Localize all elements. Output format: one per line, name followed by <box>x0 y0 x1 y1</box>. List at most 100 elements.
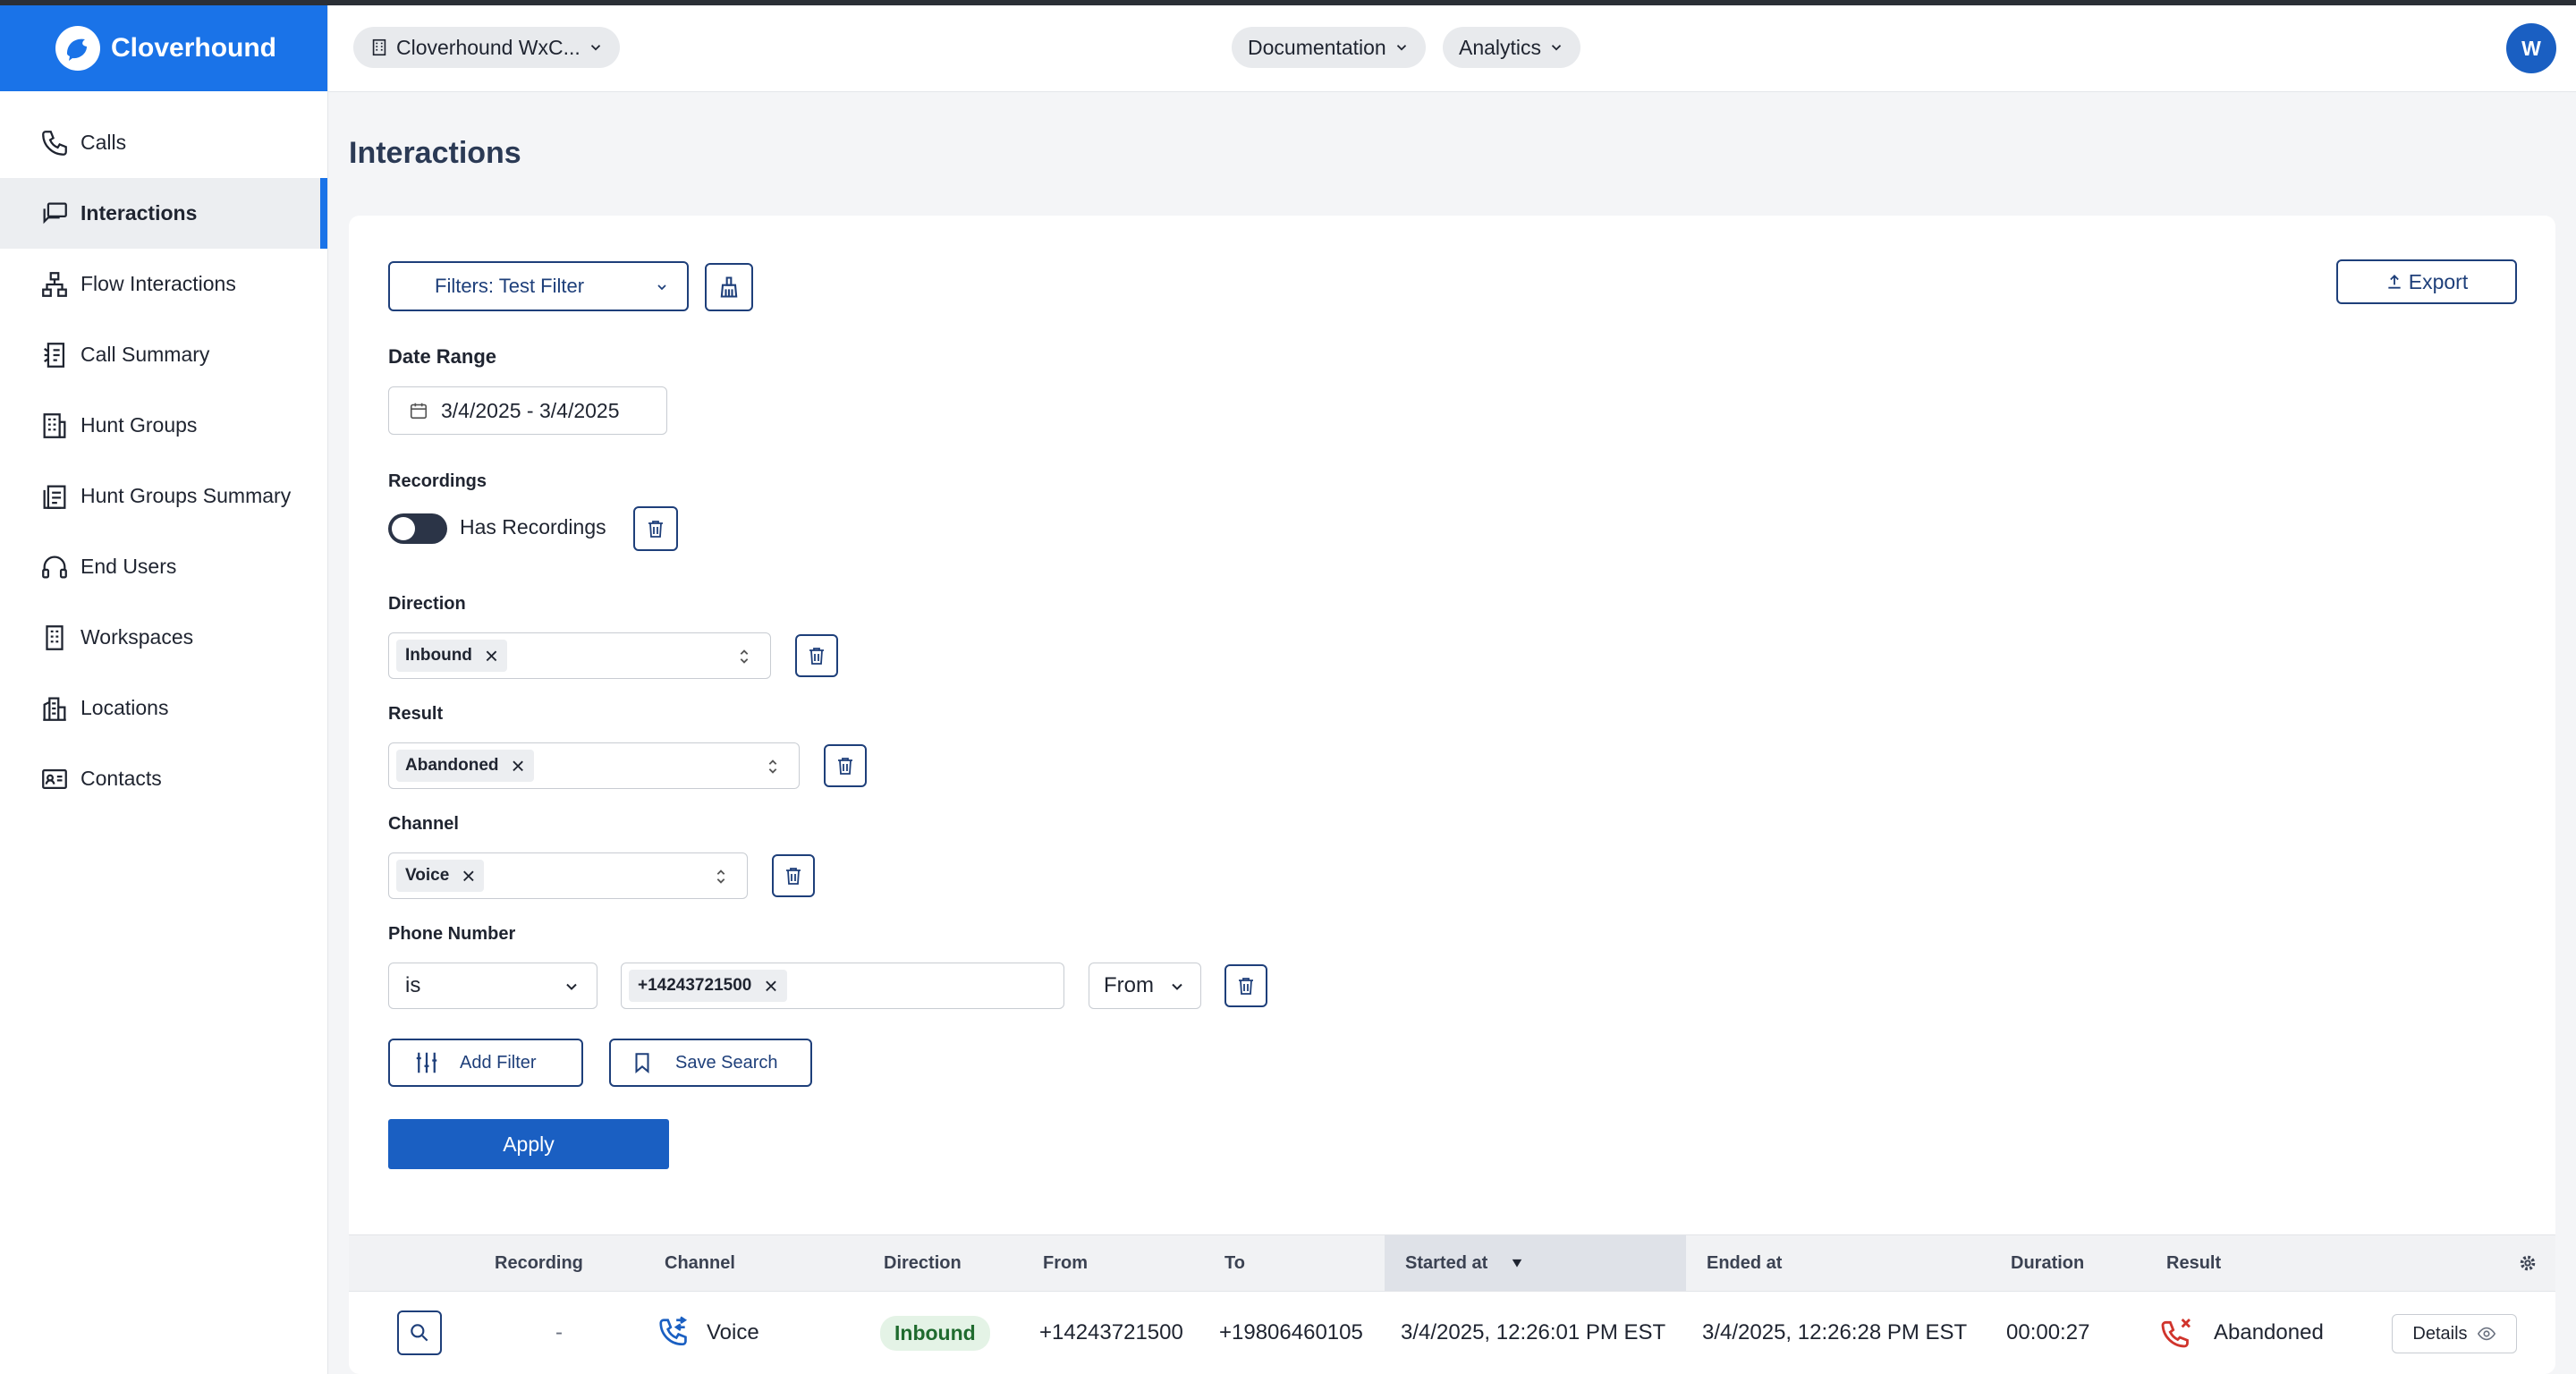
sidebar-item-hunt-groups-summary[interactable]: Hunt Groups Summary <box>0 461 327 531</box>
sidebar-item-contacts[interactable]: Contacts <box>0 743 327 814</box>
has-recordings-toggle[interactable] <box>388 513 447 544</box>
contact-card-icon <box>42 768 67 789</box>
direction-label: Direction <box>388 594 466 614</box>
sidebar-item-calls[interactable]: Calls <box>0 107 327 178</box>
bookmark-icon <box>635 1053 649 1073</box>
column-header-channel[interactable]: Channel <box>665 1235 735 1291</box>
phone-number-chip: +14243721500 × <box>629 970 787 1002</box>
column-header-direction[interactable]: Direction <box>884 1235 962 1291</box>
user-avatar[interactable]: W <box>2506 23 2556 73</box>
missed-call-icon <box>2161 1318 2191 1348</box>
direction-chip: Inbound × <box>396 640 508 672</box>
sidebar-item-call-summary[interactable]: Call Summary <box>0 319 327 390</box>
sidebar-item-interactions[interactable]: Interactions <box>0 178 327 249</box>
remove-phone-filter-button[interactable] <box>1224 964 1267 1007</box>
chevron-down-icon <box>1396 45 1406 51</box>
remove-chip-icon[interactable]: × <box>485 644 498 667</box>
building-icon <box>46 624 64 650</box>
row-result: Abandoned <box>2158 1292 2324 1374</box>
chevron-down-icon <box>566 983 577 990</box>
add-filter-label: Add Filter <box>460 1052 537 1073</box>
sidebar-item-end-users[interactable]: End Users <box>0 531 327 602</box>
row-recording: - <box>555 1320 563 1344</box>
phone-operator-select[interactable]: is <box>388 963 597 1009</box>
column-header-started-at[interactable]: Started at <box>1385 1235 1686 1291</box>
clear-filters-button[interactable] <box>705 263 753 311</box>
chat-icon <box>43 202 67 224</box>
column-header-duration[interactable]: Duration <box>2011 1235 2084 1291</box>
headset-icon <box>42 556 67 578</box>
org-switcher[interactable]: Cloverhound WxC... <box>353 27 620 68</box>
save-search-button[interactable]: Save Search <box>609 1039 812 1087</box>
search-icon <box>411 1324 428 1342</box>
gear-icon <box>2520 1255 2536 1271</box>
column-header-ended-at[interactable]: Ended at <box>1707 1235 1782 1291</box>
date-range-value: 3/4/2025 - 3/4/2025 <box>441 398 620 422</box>
sidebar-item-label: Hunt Groups <box>80 413 198 437</box>
direction-select[interactable]: Inbound × <box>388 632 771 679</box>
select-arrows-icon <box>768 759 777 774</box>
app-name: Cloverhound <box>111 33 276 63</box>
remove-chip-icon[interactable]: × <box>462 864 475 887</box>
documentation-label: Documentation <box>1248 35 1386 59</box>
direction-chip-label: Inbound <box>405 646 472 665</box>
channel-select[interactable]: Voice × <box>388 852 748 899</box>
phone-icon <box>42 130 67 156</box>
column-header-result[interactable]: Result <box>2166 1235 2221 1291</box>
analytics-label: Analytics <box>1459 35 1542 59</box>
remove-result-filter-button[interactable] <box>824 744 867 787</box>
row-direction: Inbound <box>880 1292 990 1374</box>
add-filter-button[interactable]: Add Filter <box>388 1039 583 1087</box>
trash-icon <box>809 648 824 665</box>
row-details-button[interactable]: Details <box>2392 1314 2517 1353</box>
column-header-recording[interactable]: Recording <box>495 1235 583 1291</box>
column-header-from[interactable]: From <box>1043 1235 1088 1291</box>
date-range-picker[interactable]: 3/4/2025 - 3/4/2025 <box>388 386 667 435</box>
save-search-label: Save Search <box>675 1052 778 1073</box>
remove-chip-icon[interactable]: × <box>512 754 525 777</box>
analytics-menu[interactable]: Analytics <box>1443 27 1581 68</box>
chevron-down-icon <box>1172 983 1182 990</box>
row-channel: Voice <box>657 1292 759 1374</box>
sidebar-item-label: Interactions <box>80 201 198 225</box>
table-header: Recording Channel Direction From To Star… <box>349 1234 2555 1292</box>
column-header-to[interactable]: To <box>1224 1235 1245 1291</box>
trash-icon <box>838 758 852 775</box>
app-logo[interactable]: Cloverhound <box>0 5 327 91</box>
phone-number-input[interactable]: +14243721500 × <box>621 963 1064 1009</box>
remove-direction-filter-button[interactable] <box>795 634 838 677</box>
result-chip-label: Abandoned <box>405 756 499 775</box>
table-settings-button[interactable] <box>2518 1235 2538 1291</box>
has-recordings-label: Has Recordings <box>460 515 606 539</box>
remove-recordings-filter-button[interactable] <box>633 506 678 551</box>
sidebar-item-flow-interactions[interactable]: Flow Interactions <box>0 249 327 319</box>
channel-chip: Voice × <box>396 860 485 892</box>
date-range-label: Date Range <box>388 345 497 368</box>
row-search-button[interactable] <box>397 1292 442 1374</box>
row-details-label: Details <box>2412 1323 2468 1344</box>
remove-channel-filter-button[interactable] <box>772 854 815 897</box>
sidebar-item-label: Calls <box>80 131 127 154</box>
sliders-icon <box>416 1052 437 1073</box>
row-ended-at: 3/4/2025, 12:26:28 PM EST <box>1702 1320 1968 1344</box>
saved-filter-dropdown[interactable]: Filters: Test Filter <box>388 261 689 311</box>
clipboard-icon <box>43 485 66 509</box>
row-duration: 00:00:27 <box>2006 1320 2090 1344</box>
flow-icon <box>42 271 67 297</box>
sidebar-item-label: Hunt Groups Summary <box>80 484 292 507</box>
remove-chip-icon[interactable]: × <box>764 974 777 997</box>
apply-button[interactable]: Apply <box>388 1119 669 1169</box>
result-select[interactable]: Abandoned × <box>388 742 800 789</box>
sidebar-item-workspaces[interactable]: Workspaces <box>0 602 327 673</box>
documentation-menu[interactable]: Documentation <box>1232 27 1426 68</box>
export-button[interactable]: Export <box>2336 259 2517 304</box>
sidebar-item-locations[interactable]: Locations <box>0 673 327 743</box>
export-label: Export <box>2408 269 2469 293</box>
top-header: Cloverhound WxC... Documentation Analyti… <box>328 5 2576 92</box>
row-to: +19806460105 <box>1219 1320 1363 1344</box>
chevron-down-icon <box>590 45 600 51</box>
phone-field-select[interactable]: From <box>1089 963 1201 1009</box>
sidebar-item-hunt-groups[interactable]: Hunt Groups <box>0 390 327 461</box>
eye-icon <box>2477 1327 2496 1341</box>
column-header-started-at-label: Started at <box>1405 1252 1488 1273</box>
